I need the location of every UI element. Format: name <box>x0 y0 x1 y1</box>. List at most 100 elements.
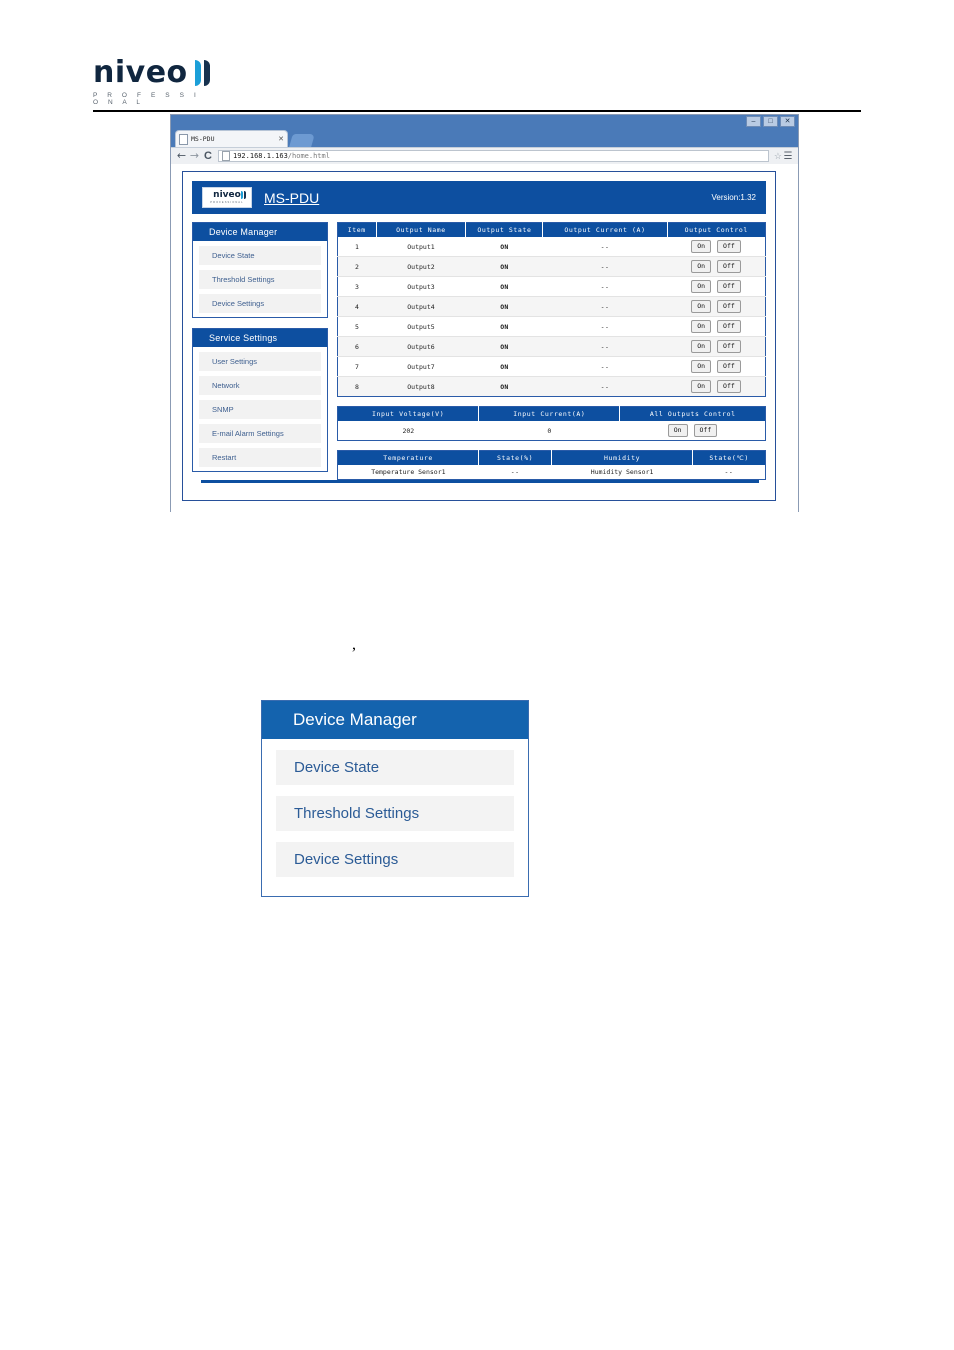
panel-title-device-manager: Device Manager <box>193 223 327 241</box>
callout-item-device-settings[interactable]: Device Settings <box>276 842 514 877</box>
url-path: /home.html <box>287 152 330 160</box>
table-row: 7 Output7 ON -- On Off <box>337 356 766 377</box>
output-on-button[interactable]: On <box>691 300 712 313</box>
bookmark-star-icon[interactable]: ☆ <box>774 151 782 162</box>
cell-output-name: Output7 <box>376 356 466 377</box>
back-button[interactable]: ← <box>175 149 188 163</box>
col-header-input-voltage: Input Voltage(V) <box>337 406 480 421</box>
cell-item: 3 <box>337 276 377 297</box>
cell-input-voltage: 202 <box>337 421 479 441</box>
tab-close-icon[interactable]: ✕ <box>278 135 284 143</box>
output-on-button[interactable]: On <box>691 360 712 373</box>
page-footer-bar <box>201 480 759 483</box>
hamburger-menu-icon[interactable]: ☰ <box>782 151 794 162</box>
output-off-button[interactable]: Off <box>717 340 741 353</box>
sidebar: Device Manager Device State Threshold Se… <box>192 222 328 482</box>
cell-item: 8 <box>337 376 377 397</box>
col-header-all-outputs-control: All Outputs Control <box>619 406 766 421</box>
output-off-button[interactable]: Off <box>717 360 741 373</box>
header-rule <box>93 110 861 112</box>
niveo-signal-arcs-icon <box>195 60 217 86</box>
close-button[interactable]: ✕ <box>780 116 795 127</box>
cell-output-current: -- <box>542 256 668 277</box>
cell-output-control: On Off <box>667 376 766 397</box>
cell-humidity-sensor: Humidity Sensor1 <box>551 465 693 480</box>
forward-button[interactable]: → <box>188 149 201 163</box>
table-row: 1 Output1 ON -- On Off <box>337 237 766 257</box>
niveo-logo-tagline: P R O F E S S I O N A L <box>93 92 200 106</box>
output-on-button[interactable]: On <box>691 380 712 393</box>
output-off-button[interactable]: Off <box>717 280 741 293</box>
output-on-button[interactable]: On <box>691 280 712 293</box>
cell-output-control: On Off <box>667 276 766 297</box>
cell-item: 7 <box>337 356 377 377</box>
output-on-button[interactable]: On <box>691 320 712 333</box>
col-header-humidity: Humidity <box>551 450 694 465</box>
reload-icon[interactable]: C <box>201 150 215 162</box>
col-header-humidity-state: State(℃) <box>692 450 766 465</box>
col-header-temperature-state: State(%) <box>478 450 552 465</box>
address-bar[interactable]: 192.168.1.163/home.html <box>218 150 769 162</box>
maximize-button[interactable]: □ <box>763 116 778 127</box>
new-tab-button[interactable] <box>289 134 315 147</box>
cell-output-current: -- <box>542 276 668 297</box>
sidebar-item-email-alarm-settings[interactable]: E-mail Alarm Settings <box>199 424 321 443</box>
table-row: 3 Output3 ON -- On Off <box>337 276 766 297</box>
table-row: 5 Output5 ON -- On Off <box>337 316 766 337</box>
callout-item-threshold-settings[interactable]: Threshold Settings <box>276 796 514 831</box>
cell-item: 4 <box>337 296 377 317</box>
callout-item-device-state[interactable]: Device State <box>276 750 514 785</box>
app-logo-tagline: PROFESSIONAL <box>210 201 244 204</box>
document-header: niveo P R O F E S S I O N A L <box>0 0 954 112</box>
output-off-button[interactable]: Off <box>717 320 741 333</box>
output-off-button[interactable]: Off <box>717 240 741 253</box>
sidebar-item-device-settings[interactable]: Device Settings <box>199 294 321 313</box>
sensor-table-header-row: Temperature State(%) Humidity State(℃) <box>337 450 766 465</box>
app-niveo-logo: niveo PROFESSIONAL <box>202 187 252 208</box>
col-header-output-control: Output Control <box>667 222 766 237</box>
status-badge: ON <box>465 276 543 297</box>
col-header-item: Item <box>337 222 377 237</box>
cell-output-name: Output1 <box>376 237 466 257</box>
niveo-logo-wordmark: niveo <box>93 55 188 90</box>
sidebar-item-device-state[interactable]: Device State <box>199 246 321 265</box>
cell-output-control: On Off <box>667 256 766 277</box>
table-row: 2 Output2 ON -- On Off <box>337 256 766 277</box>
callout-title-device-manager: Device Manager <box>262 701 528 739</box>
cell-humidity-state: -- <box>692 465 766 480</box>
cell-temperature-sensor: Temperature Sensor1 <box>337 465 479 480</box>
sidebar-item-network[interactable]: Network <box>199 376 321 395</box>
status-badge: ON <box>465 376 543 397</box>
sidebar-item-threshold-settings[interactable]: Threshold Settings <box>199 270 321 289</box>
outputs-table-header-row: Item Output Name Output State Output Cur… <box>337 222 766 237</box>
output-on-button[interactable]: On <box>691 240 712 253</box>
sidebar-item-snmp[interactable]: SNMP <box>199 400 321 419</box>
cell-output-current: -- <box>542 356 668 377</box>
output-off-button[interactable]: Off <box>717 300 741 313</box>
input-summary-table: Input Voltage(V) Input Current(A) All Ou… <box>337 406 766 441</box>
minimize-button[interactable]: – <box>746 116 761 127</box>
page-favicon-icon <box>179 133 188 145</box>
all-outputs-on-button[interactable]: On <box>667 424 688 437</box>
browser-tab-ms-pdu[interactable]: MS-PDU ✕ <box>175 130 288 147</box>
all-outputs-off-button[interactable]: Off <box>693 424 718 437</box>
cell-output-control: On Off <box>667 336 766 357</box>
output-off-button[interactable]: Off <box>717 260 741 273</box>
cell-output-name: Output4 <box>376 296 466 317</box>
status-badge: ON <box>465 256 543 277</box>
browser-chrome: – □ ✕ MS-PDU ✕ ← → C 192.168.1.163/home.… <box>171 115 798 164</box>
cell-output-current: -- <box>542 237 668 257</box>
output-on-button[interactable]: On <box>691 260 712 273</box>
sidebar-item-restart[interactable]: Restart <box>199 448 321 467</box>
sidebar-item-user-settings[interactable]: User Settings <box>199 352 321 371</box>
table-row: 4 Output4 ON -- On Off <box>337 296 766 317</box>
output-on-button[interactable]: On <box>691 340 712 353</box>
window-controls[interactable]: – □ ✕ <box>746 116 795 127</box>
output-off-button[interactable]: Off <box>717 380 741 393</box>
status-badge: ON <box>465 296 543 317</box>
app-header: niveo PROFESSIONAL MS-PDU Version:1.32 <box>192 181 766 214</box>
address-bar-url: 192.168.1.163/home.html <box>233 152 330 160</box>
cell-output-current: -- <box>542 316 668 337</box>
cell-output-control: On Off <box>667 356 766 377</box>
status-badge: ON <box>465 336 543 357</box>
